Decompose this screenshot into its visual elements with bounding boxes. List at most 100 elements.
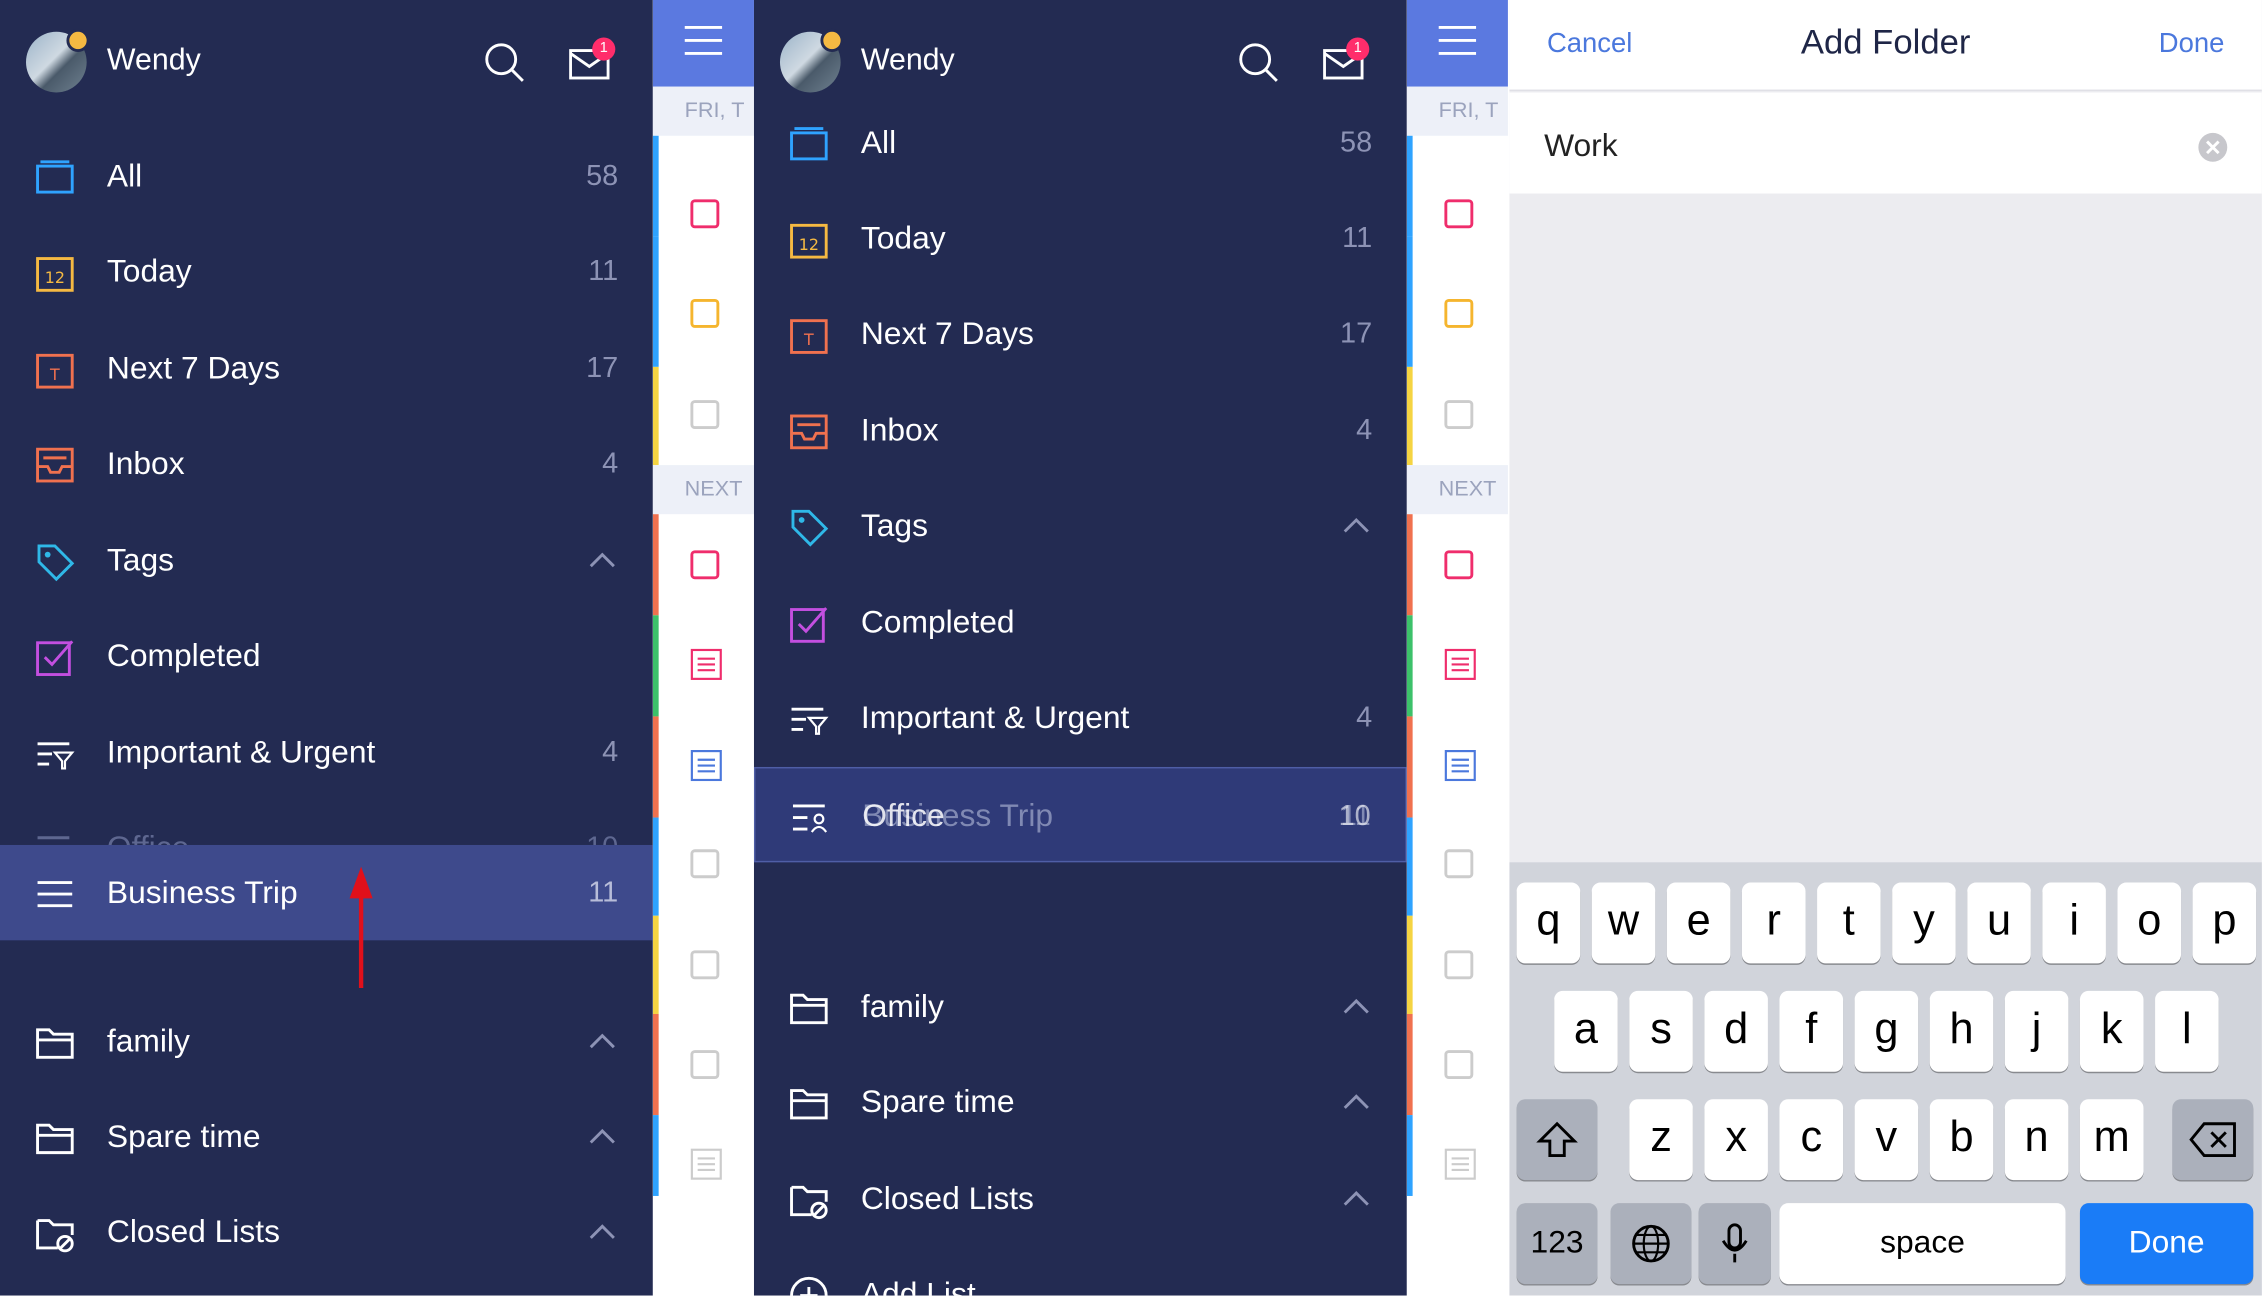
sidebar-folder-closed-lists[interactable]: Closed Lists — [0, 1184, 653, 1279]
key-t[interactable]: t — [1817, 882, 1881, 964]
dictation-key[interactable] — [1698, 1203, 1771, 1285]
task-checkbox[interactable] — [1444, 849, 1474, 879]
sidebar-item-tags[interactable]: Tags — [0, 513, 653, 608]
sidebar-folder-spare-time[interactable]: Spare time — [754, 1054, 1407, 1149]
key-n[interactable]: n — [2004, 1099, 2069, 1181]
sidebar-item-inbox[interactable]: Inbox 4 — [754, 383, 1407, 478]
sidebar-folder-spare-time[interactable]: Spare time — [0, 1089, 653, 1184]
sidebar-item-inbox[interactable]: Inbox 4 — [0, 416, 653, 511]
key-w[interactable]: w — [1591, 882, 1656, 964]
key-f[interactable]: f — [1779, 990, 1844, 1072]
sidebar-folder-family[interactable]: family — [754, 959, 1407, 1054]
key-o[interactable]: o — [2117, 882, 2182, 964]
key-g[interactable]: g — [1854, 990, 1919, 1072]
sidebar-item-count: 11 — [588, 255, 619, 288]
key-v[interactable]: v — [1854, 1099, 1919, 1181]
folder-icon — [790, 993, 828, 1025]
chevron-up-icon[interactable] — [1340, 1086, 1372, 1118]
key-p[interactable]: p — [2192, 882, 2257, 964]
folder-name-field[interactable]: Work — [1509, 92, 2262, 194]
task-checkbox[interactable] — [1444, 550, 1474, 580]
key-q[interactable]: q — [1516, 882, 1581, 964]
key-a[interactable]: a — [1554, 990, 1618, 1072]
task-checkbox[interactable] — [690, 400, 720, 429]
avatar[interactable] — [779, 28, 844, 93]
task-checkbox[interactable] — [690, 550, 720, 580]
chevron-up-icon[interactable] — [586, 545, 618, 577]
chevron-up-icon[interactable] — [586, 1121, 618, 1153]
strip-header — [652, 0, 754, 87]
task-checkbox[interactable] — [690, 1050, 720, 1079]
sidebar-item-important[interactable]: Important & Urgent 4 — [754, 670, 1407, 765]
task-checkbox[interactable] — [1444, 400, 1474, 429]
sidebar-folder-closed-lists[interactable]: Closed Lists — [754, 1151, 1407, 1246]
space-key[interactable]: space — [1779, 1203, 2066, 1285]
checklist-icon[interactable] — [690, 1148, 722, 1180]
numbers-key[interactable]: 123 — [1516, 1203, 1598, 1285]
menu-icon[interactable] — [1438, 23, 1477, 58]
chevron-up-icon[interactable] — [1340, 991, 1372, 1023]
key-e[interactable]: e — [1666, 882, 1731, 964]
done-button[interactable]: Done — [2159, 29, 2225, 61]
sidebar-item-all[interactable]: All 58 — [754, 95, 1407, 190]
key-x[interactable]: x — [1704, 1099, 1768, 1181]
sidebar-item-completed[interactable]: Completed — [0, 608, 653, 703]
checklist-icon[interactable] — [690, 750, 722, 782]
sidebar-item-label: Spare time — [860, 1083, 1015, 1120]
chevron-up-icon[interactable] — [586, 1026, 618, 1058]
check-square-icon — [36, 640, 74, 676]
chevron-up-icon[interactable] — [586, 1216, 618, 1248]
checklist-icon[interactable] — [1444, 648, 1476, 681]
sidebar-item-next7[interactable]: T Next 7 Days 17 — [754, 286, 1407, 381]
key-k[interactable]: k — [2079, 990, 2144, 1072]
clear-text-icon[interactable] — [2198, 132, 2228, 162]
menu-icon[interactable] — [684, 23, 723, 58]
key-d[interactable]: d — [1704, 990, 1768, 1072]
sidebar-item-completed[interactable]: Completed — [754, 575, 1407, 670]
sidebar-item-today[interactable]: 12 Today 11 — [0, 224, 653, 319]
key-u[interactable]: u — [1967, 882, 2031, 964]
checklist-icon[interactable] — [690, 648, 722, 681]
avatar[interactable] — [25, 28, 90, 93]
task-checkbox[interactable] — [690, 950, 720, 980]
key-j[interactable]: j — [2004, 990, 2069, 1072]
key-b[interactable]: b — [1929, 1099, 1994, 1181]
search-icon[interactable] — [1236, 40, 1279, 83]
sidebar-item-business-trip-dragging[interactable]: Business Trip 11 — [0, 844, 653, 941]
sidebar-item-next7[interactable]: T Next 7 Days 17 — [0, 321, 653, 416]
sidebar-item-label: Next 7 Days — [860, 314, 1034, 351]
sidebar-item-important[interactable]: Important & Urgent 4 — [0, 705, 653, 800]
key-i[interactable]: i — [2042, 882, 2106, 964]
key-c[interactable]: c — [1779, 1099, 1844, 1181]
folder-name-input[interactable]: Work — [1544, 127, 1618, 165]
sidebar-item-tags[interactable]: Tags — [754, 478, 1407, 573]
checklist-icon[interactable] — [1444, 1148, 1476, 1180]
key-r[interactable]: r — [1741, 882, 1806, 964]
key-l[interactable]: l — [2155, 990, 2219, 1072]
task-checkbox[interactable] — [690, 849, 720, 879]
key-s[interactable]: s — [1629, 990, 1693, 1072]
search-icon[interactable] — [482, 40, 525, 83]
key-h[interactable]: h — [1929, 990, 1994, 1072]
chevron-up-icon[interactable] — [1340, 1183, 1372, 1215]
task-checkbox[interactable] — [1444, 199, 1474, 229]
key-z[interactable]: z — [1629, 1099, 1693, 1181]
keyboard-done-key[interactable]: Done — [2079, 1203, 2254, 1285]
task-checkbox[interactable] — [1444, 298, 1474, 328]
task-checkbox[interactable] — [1444, 950, 1474, 980]
task-checkbox[interactable] — [690, 298, 720, 328]
task-checkbox[interactable] — [1444, 1050, 1474, 1079]
checklist-icon[interactable] — [1444, 750, 1476, 782]
sidebar-folder-family[interactable]: family — [0, 994, 653, 1089]
task-checkbox[interactable] — [690, 199, 720, 229]
chevron-up-icon[interactable] — [1340, 510, 1372, 542]
shift-key[interactable] — [1516, 1099, 1598, 1181]
globe-key[interactable] — [1610, 1203, 1692, 1285]
sidebar-item-all[interactable]: All 58 — [0, 129, 653, 224]
sidebar-add-list[interactable]: Add List — [754, 1247, 1407, 1296]
sidebar-item-office-overlap[interactable]: Business Trip Office 11 10 — [753, 766, 1407, 863]
key-m[interactable]: m — [2079, 1099, 2144, 1181]
key-y[interactable]: y — [1892, 882, 1956, 964]
backspace-key[interactable] — [2172, 1099, 2254, 1181]
sidebar-item-today[interactable]: 12 Today 11 — [754, 191, 1407, 286]
